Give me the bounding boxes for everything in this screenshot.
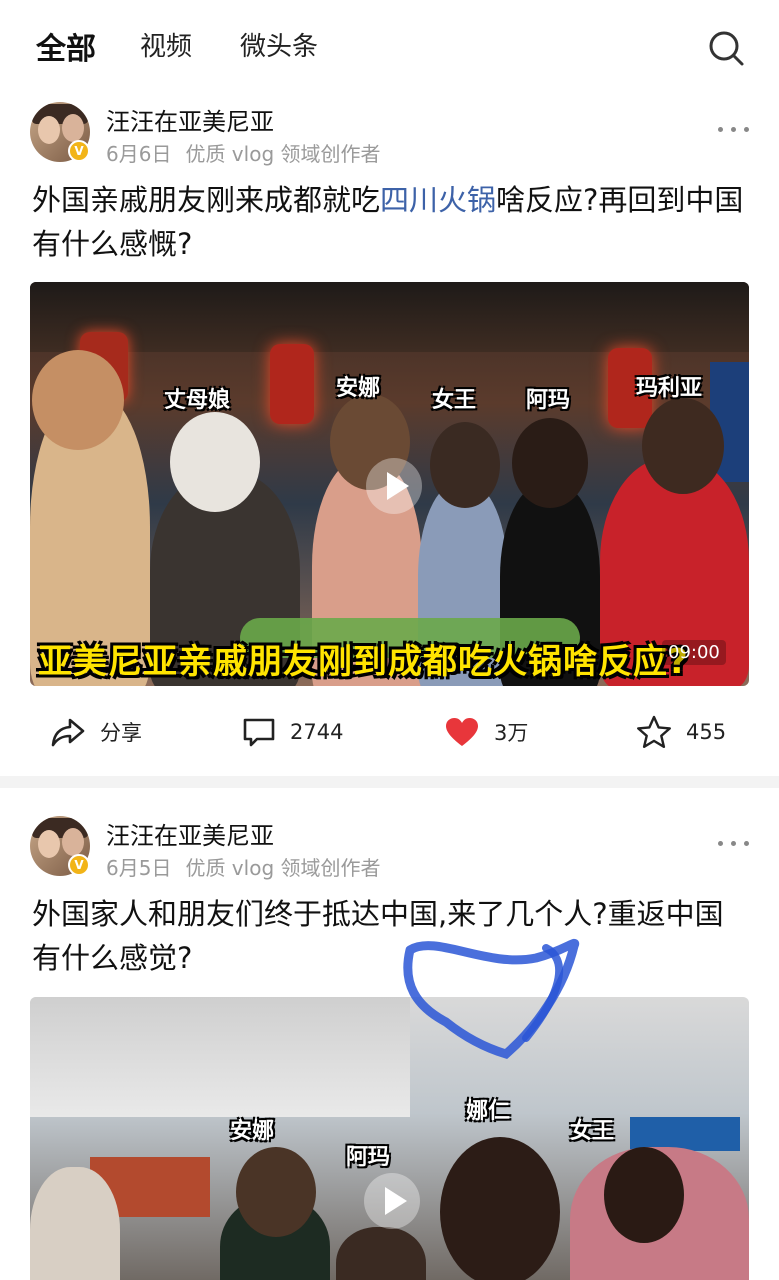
- top-nav: 全部 视频 微头条: [0, 0, 779, 92]
- person-tag: 女王: [432, 388, 477, 413]
- person-tag: 安娜: [336, 376, 381, 401]
- creator-label: 优质 vlog 领域创作者: [185, 142, 381, 166]
- feed-divider: [0, 776, 779, 788]
- author-name[interactable]: 汪汪在亚美尼亚: [106, 816, 274, 851]
- favorite-count: 455: [686, 720, 727, 744]
- verified-badge-icon: V: [68, 140, 90, 162]
- share-icon: [51, 718, 85, 747]
- comment-count: 2744: [290, 720, 344, 744]
- person-tag: 阿玛: [346, 1145, 391, 1170]
- topic-link[interactable]: 四川火锅: [380, 183, 496, 217]
- more-options-icon[interactable]: [718, 124, 750, 134]
- author-name[interactable]: 汪汪在亚美尼亚: [106, 102, 274, 137]
- comment-button[interactable]: 2744: [242, 712, 343, 752]
- post-meta: 6月5日 优质 vlog 领域创作者: [106, 852, 395, 881]
- more-options-icon[interactable]: [718, 838, 750, 848]
- like-count: 3万: [494, 721, 529, 745]
- comment-icon: [243, 718, 275, 747]
- person-tag: 安娜: [230, 1119, 275, 1144]
- tab-micro-headline[interactable]: 微头条: [240, 26, 318, 63]
- creator-label: 优质 vlog 领域创作者: [185, 856, 381, 880]
- favorite-button[interactable]: 455: [636, 712, 726, 752]
- person-tag: 玛利亚: [636, 376, 703, 401]
- search-icon[interactable]: [706, 28, 746, 68]
- share-label: 分享: [100, 721, 142, 745]
- share-button[interactable]: 分享: [50, 712, 142, 752]
- verified-badge-icon: V: [68, 854, 90, 876]
- post-actions: 分享 2744 3万 455: [0, 702, 779, 762]
- scribble-annotation: [403, 938, 580, 1060]
- video-thumbnail[interactable]: 丈母娘 安娜 女王 阿玛 玛利亚 亚美尼亚亲戚朋友刚到成都吃火锅啥反应? 09:…: [30, 282, 749, 686]
- post-title[interactable]: 外国亲戚朋友刚来成都就吃四川火锅啥反应?再回到中国有什么感慨?: [32, 178, 752, 266]
- post-date: 6月5日: [106, 856, 172, 880]
- post-title[interactable]: 外国家人和朋友们终于抵达中国,来了几个人?重返中国有什么感觉?: [32, 892, 752, 980]
- feed-post: V 汪汪在亚美尼亚 6月6日 优质 vlog 领域创作者 外国亲戚朋友刚来成都就吃…: [0, 92, 779, 776]
- heart-icon: [446, 718, 478, 746]
- star-icon: [637, 715, 671, 748]
- like-button[interactable]: 3万: [444, 712, 528, 752]
- video-thumbnail[interactable]: 娜仁 安娜 女王 阿玛: [30, 997, 749, 1280]
- video-duration: 09:00: [662, 640, 726, 665]
- post-date: 6月6日: [106, 142, 172, 166]
- tab-video[interactable]: 视频: [140, 26, 192, 63]
- play-icon[interactable]: [364, 1173, 420, 1229]
- tab-all[interactable]: 全部: [36, 24, 96, 68]
- person-tag: 阿玛: [526, 388, 571, 413]
- person-tag: 女王: [570, 1119, 615, 1144]
- feed-post: V 汪汪在亚美尼亚 6月5日 优质 vlog 领域创作者 外国家人和朋友们终于抵达…: [0, 804, 779, 1280]
- post-meta: 6月6日 优质 vlog 领域创作者: [106, 138, 395, 167]
- video-caption: 亚美尼亚亲戚朋友刚到成都吃火锅啥反应?: [38, 642, 689, 682]
- person-tag: 丈母娘: [164, 388, 231, 413]
- person-tag: 娜仁: [466, 1099, 511, 1124]
- play-icon[interactable]: [366, 458, 422, 514]
